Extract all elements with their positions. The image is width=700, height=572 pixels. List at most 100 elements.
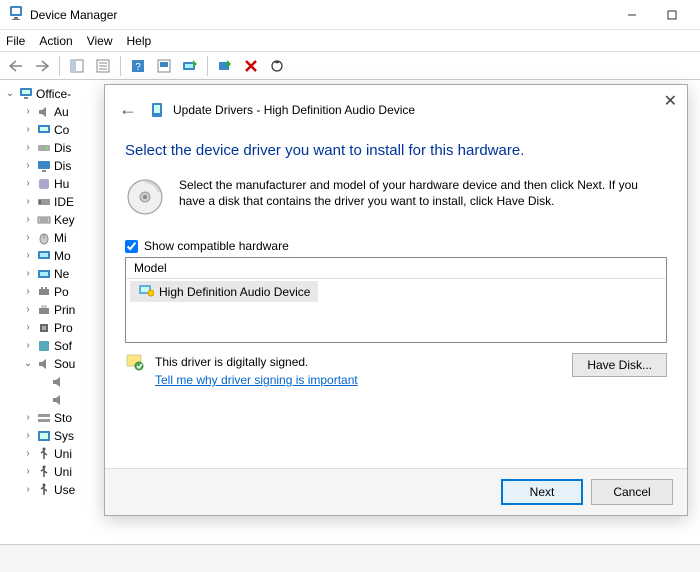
model-item-label: High Definition Audio Device: [159, 285, 310, 299]
show-hide-tree-button[interactable]: [65, 54, 89, 78]
tree-item-label: Mi: [54, 229, 67, 247]
expander-icon[interactable]: ›: [22, 139, 34, 157]
network-icon: [36, 266, 52, 282]
tree-item-label: Prin: [54, 301, 75, 319]
model-list[interactable]: Model High Definition Audio Device: [125, 257, 667, 343]
tree-item-label: Key: [54, 211, 75, 229]
uninstall-button[interactable]: [239, 54, 263, 78]
expander-icon[interactable]: ›: [22, 121, 34, 139]
tree-item-label: Co: [54, 121, 69, 139]
audio-icon: [36, 356, 52, 372]
cancel-button[interactable]: Cancel: [591, 479, 673, 505]
status-bar: [0, 544, 700, 572]
expander-icon[interactable]: ›: [22, 247, 34, 265]
tree-item-label: Hu: [54, 175, 69, 193]
tree-item-label: Use: [54, 481, 75, 499]
tree-item-label: Sto: [54, 409, 72, 427]
expander-icon[interactable]: ›: [22, 427, 34, 445]
processor-icon: [36, 320, 52, 336]
tree-item-label: Po: [54, 283, 69, 301]
expander-icon[interactable]: ›: [22, 103, 34, 121]
maximize-button[interactable]: [652, 1, 692, 29]
back-icon[interactable]: ←: [119, 99, 137, 120]
system-icon: [36, 428, 52, 444]
toolbar: ?: [0, 52, 700, 80]
audio-icon: [50, 374, 66, 390]
tree-item-label: Dis: [54, 157, 71, 175]
compatible-checkbox[interactable]: [125, 240, 138, 253]
hid-icon: [36, 176, 52, 192]
tree-item-label: Pro: [54, 319, 73, 337]
signed-text: This driver is digitally signed.: [155, 355, 308, 369]
instruction-text: Select the device driver you want to ins…: [125, 142, 667, 159]
have-disk-button[interactable]: Have Disk...: [572, 353, 667, 377]
tree-item-label: Uni: [54, 445, 72, 463]
expander-icon[interactable]: ›: [22, 337, 34, 355]
expander-icon[interactable]: ›: [22, 301, 34, 319]
tree-item-label: IDE: [54, 193, 74, 211]
tree-root-label: Office-: [36, 85, 71, 103]
disk-icon: [36, 140, 52, 156]
forward-button[interactable]: [30, 54, 54, 78]
app-icon: [8, 5, 24, 24]
compatible-checkbox-row[interactable]: Show compatible hardware: [125, 239, 667, 253]
expander-icon[interactable]: ›: [22, 481, 34, 499]
tree-item-label: Mo: [54, 247, 71, 265]
tree-item-label: Sof: [54, 337, 72, 355]
minimize-button[interactable]: [612, 1, 652, 29]
port-icon: [36, 284, 52, 300]
checkbox-label: Show compatible hardware: [144, 239, 289, 253]
menu-view[interactable]: View: [87, 34, 113, 48]
dialog-title: Update Drivers - High Definition Audio D…: [173, 103, 415, 117]
ide-icon: [36, 194, 52, 210]
disc-icon: [125, 177, 165, 217]
tree-item-label: Dis: [54, 139, 71, 157]
mouse-icon: [36, 230, 52, 246]
device-icon: [149, 102, 165, 118]
model-column-header[interactable]: Model: [126, 258, 666, 279]
help-button[interactable]: ?: [126, 54, 150, 78]
audio-icon: [36, 104, 52, 120]
computer-icon: [18, 86, 34, 102]
expander-icon[interactable]: ›: [22, 265, 34, 283]
expander-icon[interactable]: ›: [22, 283, 34, 301]
computer-icon: [36, 122, 52, 138]
expander-icon[interactable]: ⌄: [22, 355, 34, 373]
tree-item-label: Au: [54, 103, 69, 121]
update-driver-button[interactable]: [178, 54, 202, 78]
close-button[interactable]: ✕: [664, 91, 677, 111]
keyboard-icon: [36, 212, 52, 228]
expander-icon[interactable]: ›: [22, 319, 34, 337]
svg-text:?: ?: [135, 62, 141, 73]
expander-icon[interactable]: ›: [22, 175, 34, 193]
menu-action[interactable]: Action: [39, 34, 72, 48]
expander-icon[interactable]: ›: [22, 229, 34, 247]
scan-hardware-button[interactable]: [265, 54, 289, 78]
expander-icon[interactable]: ›: [22, 409, 34, 427]
expander-icon[interactable]: ›: [22, 157, 34, 175]
back-button[interactable]: [4, 54, 28, 78]
model-list-item[interactable]: High Definition Audio Device: [130, 281, 318, 302]
expander-icon[interactable]: ›: [22, 211, 34, 229]
monitor-icon: [36, 248, 52, 264]
properties-button[interactable]: [91, 54, 115, 78]
tree-item-label: Sou: [54, 355, 75, 373]
menu-help[interactable]: Help: [127, 34, 152, 48]
expander-icon[interactable]: ›: [22, 193, 34, 211]
storage-icon: [36, 410, 52, 426]
enable-button[interactable]: [213, 54, 237, 78]
printer-icon: [36, 302, 52, 318]
audio-icon: [50, 392, 66, 408]
display-icon: [36, 158, 52, 174]
next-button[interactable]: Next: [501, 479, 583, 505]
expander-icon[interactable]: ›: [22, 445, 34, 463]
driver-icon: [138, 283, 154, 300]
expander-icon[interactable]: ›: [22, 463, 34, 481]
update-driver-dialog: ✕ ← Update Drivers - High Definition Aud…: [104, 84, 688, 516]
menu-file[interactable]: File: [6, 34, 25, 48]
expander-icon[interactable]: ⌄: [4, 85, 16, 103]
signing-info-link[interactable]: Tell me why driver signing is important: [155, 373, 358, 387]
title-bar: Device Manager: [0, 0, 700, 30]
scan-button[interactable]: [152, 54, 176, 78]
tree-item-label: Uni: [54, 463, 72, 481]
